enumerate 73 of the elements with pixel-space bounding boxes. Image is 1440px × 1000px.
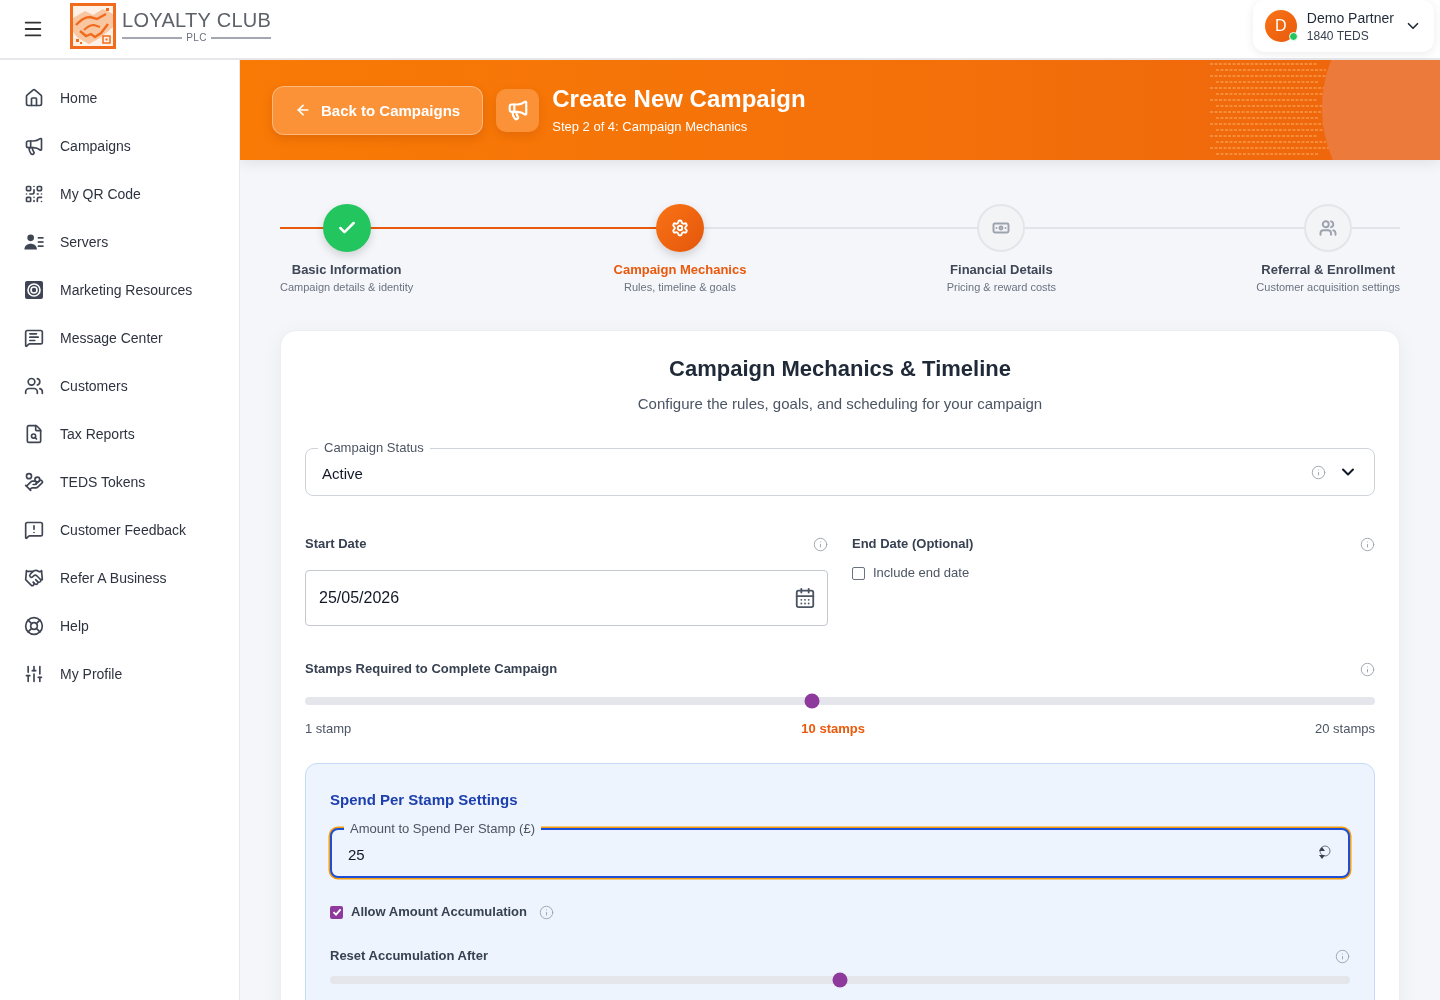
info-icon (813, 536, 828, 552)
checkbox[interactable] (330, 905, 343, 919)
step-title: Basic Information (291, 262, 402, 278)
avatar: D (1264, 10, 1297, 42)
home-icon (24, 88, 44, 108)
sidebar-item[interactable]: Message Center (0, 314, 239, 362)
handshake-icon (24, 568, 44, 588)
field-label: Campaign Status (318, 440, 430, 456)
people-icon (1319, 219, 1338, 237)
step-title: Referral & Enrollment (1261, 262, 1395, 278)
step-title: Financial Details (950, 262, 1053, 278)
card-title: Campaign Mechanics & Timeline (668, 355, 1012, 383)
megaphone-icon (24, 136, 44, 156)
sidebar-item[interactable]: Customers (0, 362, 239, 410)
lifebuoy-icon (24, 616, 44, 636)
slider-thumb[interactable] (832, 972, 848, 988)
step-description: Customer acquisition settings (1256, 280, 1400, 294)
sidebar-item[interactable]: Campaigns (0, 122, 239, 170)
sidebar-item[interactable]: My QR Code (0, 170, 239, 218)
scale-min-label: 1 stamp (305, 721, 352, 737)
checkbox-label: Allow Amount Accumulation (351, 904, 527, 920)
date-field[interactable]: 25/05/2026 (305, 570, 828, 626)
gear-icon (671, 219, 689, 237)
field-label: Start Date (305, 536, 367, 552)
checkbox-label: Include end date (873, 565, 970, 581)
info-icon (1335, 948, 1350, 964)
panel-title: Spend Per Stamp Settings (330, 790, 519, 810)
step-description: Campaign details & identity (280, 280, 414, 294)
sidebar-item[interactable]: Home (0, 74, 239, 122)
slider-value: 10 stamps (801, 721, 865, 737)
scale-max-label: 20 stamps (1315, 721, 1375, 737)
slider-thumb[interactable] (804, 693, 820, 709)
sliders-icon (24, 664, 44, 684)
info-icon (539, 904, 554, 920)
field-label: Amount to Spend Per Stamp (£) (344, 821, 541, 837)
card-subtitle: Configure the rules, goals, and scheduling for your campaign (636, 394, 1044, 414)
step-description: Rules, timeline & goals (624, 280, 736, 294)
sidebar-item[interactable]: Help (0, 602, 239, 650)
calendar-icon[interactable] (794, 587, 816, 609)
field-label: Stamps Required to Complete Campaign (305, 661, 558, 677)
checkbox[interactable] (852, 566, 865, 580)
sidebar-item[interactable]: Tax Reports (0, 410, 239, 458)
field-label: End Date (Optional) (852, 536, 974, 552)
user-menu[interactable]: D Demo Partner 1840 TEDS (1252, 0, 1434, 52)
document-search-icon (24, 424, 44, 444)
info-icon (1360, 536, 1375, 552)
people-icon (24, 376, 44, 396)
page-title: Create New Campaign (552, 85, 806, 113)
feedback-icon (24, 520, 44, 540)
sidebar-item[interactable]: Marketing Resources (0, 266, 239, 314)
logo-title: LOYALTY CLUB (122, 8, 272, 32)
sidebar-item[interactable]: Refer A Business (0, 554, 239, 602)
sidebar-item[interactable]: My Profile (0, 650, 239, 698)
person-list-icon (24, 232, 44, 252)
sidebar-item[interactable]: Servers (0, 218, 239, 266)
hand-coins-icon (24, 472, 44, 492)
info-icon (1360, 661, 1375, 677)
sidebar-item[interactable]: TEDS Tokens (0, 458, 239, 506)
user-balance: 1840 TEDS (1306, 28, 1370, 43)
logo (70, 3, 116, 49)
sidebar-item[interactable]: Customer Feedback (0, 506, 239, 554)
step-title: Campaign Mechanics (613, 262, 747, 278)
megaphone-icon (496, 88, 540, 132)
page-subtitle: Step 2 of 4: Campaign Mechanics (552, 119, 749, 135)
message-icon (24, 328, 44, 348)
field-label: Reset Accumulation After (330, 948, 488, 964)
arrow-left-icon (295, 102, 311, 118)
info-icon (1311, 464, 1326, 480)
target-icon (24, 280, 44, 300)
user-name: Demo Partner (1306, 9, 1394, 26)
logo-subtitle: PLC (186, 32, 208, 44)
step-description: Pricing & reward costs (946, 280, 1057, 294)
qr-code-icon (24, 184, 44, 204)
